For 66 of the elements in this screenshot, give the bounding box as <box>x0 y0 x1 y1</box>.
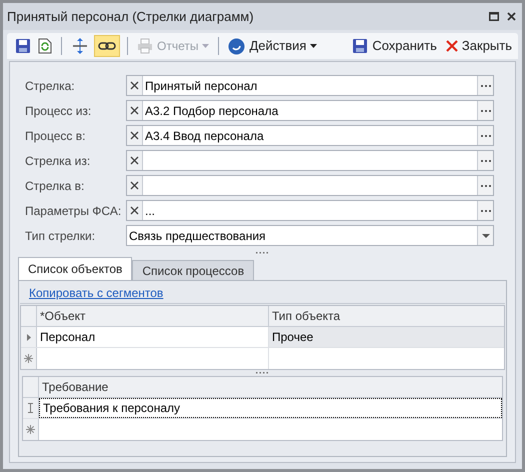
lookup-field[interactable]: А3.4 Ввод персонала <box>126 125 494 146</box>
caret-icon <box>202 44 210 48</box>
column-header[interactable]: Тип объекта <box>269 306 504 326</box>
lookup-field[interactable] <box>126 175 494 196</box>
field-label: Параметры ФСА: <box>25 202 122 220</box>
dropdown-field[interactable]: Связь предшествования <box>126 225 494 246</box>
field-value: Принятый персонал <box>144 78 258 94</box>
close-icon <box>130 106 139 115</box>
field-value: Связь предшествования <box>128 228 267 244</box>
field-label: Стрелка: <box>25 78 76 94</box>
clear-button[interactable] <box>127 101 143 120</box>
column-header[interactable]: *Объект <box>37 306 269 326</box>
maximize-icon[interactable] <box>489 12 499 21</box>
lookup-field[interactable]: ... <box>126 200 494 221</box>
new-row-icon <box>24 354 33 363</box>
field-label: Процесс в: <box>25 128 86 144</box>
tab[interactable]: Список процессов <box>132 260 254 280</box>
new-row-icon <box>26 425 35 434</box>
window-title: Принятый персонал (Стрелки диаграмм) <box>7 8 255 26</box>
close-icon <box>130 181 139 190</box>
browse-button[interactable] <box>477 101 493 120</box>
browse-button[interactable] <box>477 126 493 145</box>
clear-button[interactable] <box>127 151 143 170</box>
field-label: Процесс из: <box>25 102 92 120</box>
clear-button[interactable] <box>127 76 143 95</box>
close-button[interactable]: Закрыть <box>446 36 512 56</box>
lookup-field[interactable]: Принятый персонал <box>126 75 494 96</box>
browse-button[interactable] <box>477 176 493 195</box>
browse-button[interactable] <box>477 151 493 170</box>
lookup-field[interactable]: А3.2 Подбор персонала <box>126 100 494 121</box>
field-value: А3.4 Ввод персонала <box>144 128 265 144</box>
refresh-button[interactable] <box>36 36 54 56</box>
caret-icon <box>482 234 490 238</box>
save-button[interactable]: Сохранить <box>352 36 437 56</box>
close-icon <box>130 81 139 90</box>
close-icon <box>130 131 139 140</box>
field-label: Стрелка в: <box>25 178 86 194</box>
clear-button[interactable] <box>127 201 143 220</box>
field-value: А3.2 Подбор персонала <box>144 102 280 120</box>
table-cell: Прочее <box>269 327 504 347</box>
close-icon[interactable] <box>507 12 516 21</box>
field-label: Стрелка из: <box>25 152 92 170</box>
save-icon <box>352 38 368 54</box>
copy-link[interactable]: Копировать с сегментов <box>29 284 164 302</box>
printer-icon <box>137 38 153 54</box>
browse-button[interactable] <box>477 76 493 95</box>
caret-icon <box>310 44 318 48</box>
clear-button[interactable] <box>127 126 143 145</box>
tab[interactable]: Список объектов <box>18 257 132 280</box>
lookup-field[interactable] <box>126 150 494 171</box>
save-button[interactable] <box>13 36 33 56</box>
clear-button[interactable] <box>127 176 143 195</box>
field-label: Тип стрелки: <box>25 228 96 244</box>
close-icon <box>130 206 139 215</box>
actions-menu-button[interactable]: Действия <box>226 36 320 56</box>
field-value: ... <box>144 202 156 220</box>
link-toggle-button[interactable] <box>94 35 120 57</box>
dropdown-button[interactable] <box>477 226 493 245</box>
table-cell: Требования к персоналу <box>39 398 502 418</box>
close-icon <box>130 156 139 165</box>
globe-icon <box>228 38 246 54</box>
save-icon <box>15 38 31 54</box>
refresh-document-icon <box>38 38 52 54</box>
close-icon <box>446 40 458 52</box>
browse-button[interactable] <box>477 201 493 220</box>
vertical-arrows-icon <box>71 37 89 55</box>
